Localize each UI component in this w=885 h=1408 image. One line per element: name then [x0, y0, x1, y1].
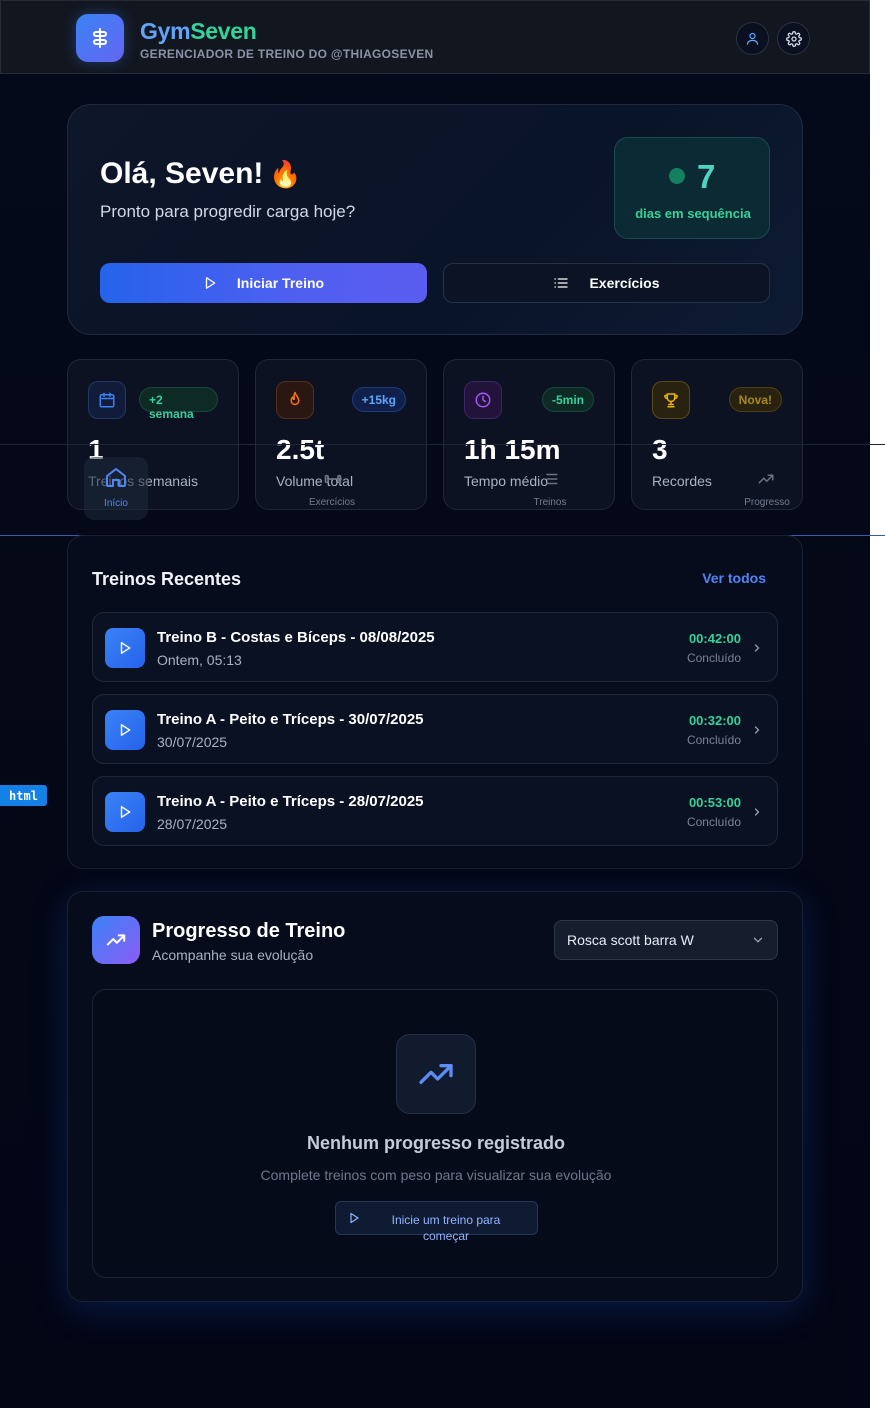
play-icon — [105, 792, 145, 832]
stat-card-avg-time[interactable]: -5min 1h 15m Tempo médio — [443, 359, 615, 510]
empty-state-subtitle: Complete treinos com peso para visualiza… — [260, 1167, 612, 1183]
streak-label: dias em sequência — [635, 206, 751, 221]
chevron-right-icon — [754, 808, 760, 816]
workout-title: Treino A - Peito e Tríceps - 28/07/2025 — [157, 793, 424, 810]
flame-icon — [276, 381, 314, 419]
progress-card: Progresso de Treino Acompanhe sua evoluç… — [67, 891, 803, 1302]
stat-label: Tempo médio — [464, 473, 549, 489]
workout-date: 28/07/2025 — [157, 816, 228, 832]
workout-status: Concluído — [686, 733, 741, 747]
stat-card-records[interactable]: Nova! 3 Recordes — [631, 359, 803, 510]
workout-status: Concluído — [686, 651, 741, 665]
play-icon — [105, 710, 145, 750]
nav-label-inicio: Início — [104, 498, 128, 509]
empty-state-title: Nenhum progresso registrado — [306, 1133, 566, 1153]
user-icon — [746, 32, 759, 45]
stat-value: 3 — [652, 434, 668, 465]
stat-badge-line1: +2 — [149, 393, 163, 407]
progress-subtitle: Acompanhe sua evolução — [152, 947, 314, 963]
start-workout-cta-button[interactable]: Inicie um treino para começar — [335, 1201, 538, 1243]
greeting-text: Olá, Seven! — [100, 157, 264, 190]
nav-item-exercicios[interactable]: Exercícios — [300, 497, 364, 508]
workout-row[interactable]: Treino A - Peito e Tríceps - 30/07/2025 … — [92, 694, 778, 764]
bottom-nav-top-border — [0, 444, 885, 445]
workout-row[interactable]: Treino A - Peito e Tríceps - 28/07/2025 … — [92, 776, 778, 846]
streak-dot-icon — [669, 168, 685, 184]
streak-value: 7 — [697, 158, 716, 195]
stat-badge: +15kg — [351, 387, 406, 412]
workout-duration: 00:32:00 — [688, 713, 741, 728]
welcome-card: Olá, Seven! 🔥 Pronto para progredir carg… — [67, 104, 803, 335]
workout-date: 30/07/2025 — [157, 734, 228, 750]
stat-label: Recordes — [652, 473, 712, 489]
streak-card: 7 dias em sequência — [614, 137, 770, 239]
chevron-right-icon — [754, 644, 760, 652]
app-header: GymSeven GERENCIADOR DE TREINO DO @THIAG… — [0, 0, 870, 74]
workout-date: Ontem, 05:13 — [157, 652, 242, 668]
workout-title: Treino A - Peito e Tríceps - 30/07/2025 — [157, 711, 424, 728]
start-workout-button[interactable]: Iniciar Treino — [100, 263, 427, 303]
brand-name: GymSeven — [140, 18, 257, 44]
play-icon — [350, 1212, 359, 1224]
empty-state: Nenhum progresso registrado Complete tre… — [92, 989, 778, 1278]
play-icon — [205, 277, 216, 289]
profile-button[interactable] — [736, 22, 769, 55]
fire-icon: 🔥 — [269, 158, 302, 189]
dumbbell-icon — [93, 28, 107, 48]
recent-workouts-card: Treinos Recentes Ver todos Treino B - Co… — [67, 535, 803, 869]
trend-nav-icon — [758, 474, 774, 484]
stat-badge-line2: semana — [149, 407, 194, 421]
devtools-element-tag: html — [0, 785, 47, 806]
exercise-select[interactable]: Rosca scott barra W — [554, 920, 778, 960]
stat-badge: Nova! — [728, 387, 782, 412]
stat-value: 1h 15m — [464, 434, 561, 465]
workout-row[interactable]: Treino B - Costas e Bíceps - 08/08/2025 … — [92, 612, 778, 682]
workout-duration: 00:53:00 — [688, 795, 741, 810]
exercises-label: Exercícios — [589, 275, 660, 291]
start-workout-label: Iniciar Treino — [236, 275, 325, 291]
list-nav-icon — [546, 473, 558, 485]
settings-button[interactable] — [777, 22, 810, 55]
play-icon — [105, 628, 145, 668]
gear-icon — [785, 30, 802, 47]
nav-item-progresso[interactable]: Progresso — [735, 497, 799, 508]
workout-title: Treino B - Costas e Bíceps - 08/08/2025 — [157, 629, 435, 646]
nav-item-treinos[interactable]: Treinos — [518, 497, 582, 508]
list-icon — [554, 278, 569, 288]
dumbbell-nav-icon — [324, 474, 342, 484]
clock-icon — [464, 381, 502, 419]
stat-badge: +2 semana — [139, 387, 218, 421]
stat-badge: -5min — [541, 387, 594, 412]
greeting-subtitle: Pronto para progredir carga hoje? — [100, 202, 356, 221]
recent-workouts-title: Treinos Recentes — [92, 569, 242, 589]
trending-up-icon — [396, 1034, 476, 1114]
app-logo[interactable] — [76, 14, 124, 62]
workout-duration: 00:42:00 — [688, 631, 741, 646]
scrollbar-gutter — [870, 0, 885, 1408]
chevron-down-icon — [753, 937, 763, 943]
workout-status: Concluído — [686, 815, 741, 829]
start-workout-cta-label: Inicie um treino para começar — [391, 1213, 501, 1243]
exercises-button[interactable]: Exercícios — [443, 263, 770, 303]
exercise-select-value: Rosca scott barra W — [567, 932, 694, 948]
stat-value: 2.5t — [276, 434, 325, 465]
progress-title: Progresso de Treino — [152, 920, 346, 942]
trending-up-icon — [92, 916, 140, 964]
greeting-heading: Olá, Seven! 🔥 — [100, 157, 302, 191]
home-icon — [106, 468, 126, 487]
nav-item-inicio[interactable]: Início — [84, 457, 148, 520]
trophy-icon — [652, 381, 690, 419]
brand-tagline: GERENCIADOR DE TREINO DO @THIAGOSEVEN — [140, 47, 434, 61]
calendar-icon — [88, 381, 126, 419]
see-all-link[interactable]: Ver todos — [702, 570, 766, 586]
chevron-right-icon — [754, 726, 760, 734]
